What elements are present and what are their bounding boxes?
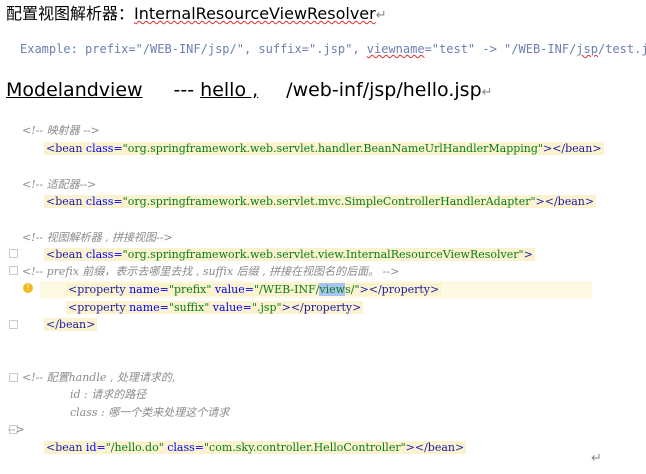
comment-prefix-suffix: <!-- prefix 前缀，表示去哪里去找 , suffix 后缀 , 拼接在… <box>22 265 400 278</box>
attr-value: "prefix" <box>168 283 212 296</box>
example-line: Example: prefix="/WEB-INF/jsp/", suffix=… <box>20 42 646 56</box>
code-line-property-prefix: <property name="prefix" value="/WEB-INF/… <box>40 281 592 298</box>
code-line-bean-hello: <bean id="/hello.do" class="com.sky.cont… <box>44 439 467 456</box>
paragraph-mark: ↵ <box>375 8 387 23</box>
example-text-b: ="test" -> "/WEB-INF/ <box>424 42 577 56</box>
tag-close: > <box>523 248 533 261</box>
example-jsp: jsp <box>576 42 598 56</box>
comment-handler: <!-- 配置handle , 处理请求的, <box>22 371 176 384</box>
example-viewname: viewname <box>366 42 425 56</box>
attr-value: "org.springframework.web.servlet.mvc.Sim… <box>122 195 536 208</box>
modelandview-word: Modelandview <box>6 79 143 101</box>
heading-class-name: InternalResourceViewResolver <box>134 4 376 23</box>
fold-marker-icon[interactable] <box>9 249 18 258</box>
fold-marker-icon[interactable] <box>9 373 18 382</box>
attr-value: s/" <box>345 283 360 296</box>
fold-marker-icon[interactable] <box>9 266 18 275</box>
code-line-property-suffix: <property name="suffix" value=".jsp"></p… <box>66 299 364 316</box>
attr-value-key: value= <box>211 283 254 296</box>
selected-text[interactable]: view <box>319 283 346 296</box>
modelandview-line: Modelandview --- hello , /web-inf/jsp/hell… <box>6 79 493 101</box>
tag-close: ></property> <box>359 283 440 296</box>
comment-end: --> <box>8 423 25 436</box>
heading-prefix: 配置视图解析器： <box>6 4 135 23</box>
attr-name: name= <box>129 283 169 296</box>
comment-handler-class: class : 哪一个类来处理这个请求 <box>70 406 230 419</box>
attr-value: "suffix" <box>168 301 210 314</box>
jsp-path: /web-inf/jsp/hello.jsp <box>286 79 482 101</box>
comment-adapter: <!-- 适配器--> <box>22 178 97 191</box>
attr-value: "com.sky.controller.HelloController" <box>204 441 406 454</box>
comment-mapper: <!-- 映射器 --> <box>22 124 100 137</box>
attr-value: ".jsp" <box>251 301 282 314</box>
tag-open: <bean <box>46 195 86 208</box>
tag-close: ></bean> <box>405 441 465 454</box>
code-screenshot: ! <!-- 映射器 --> <bean class="org.springfr… <box>0 118 646 474</box>
attr-name: name= <box>129 301 169 314</box>
tag-close: ></property> <box>281 301 362 314</box>
tag-open: <property <box>68 283 130 296</box>
code-line-bean-close: </bean> <box>44 316 98 333</box>
comment-view-resolver: <!-- 视图解析器 , 拼接视图--> <box>22 231 173 244</box>
lightbulb-icon[interactable]: ! <box>23 283 33 293</box>
example-text-c: /test.jsp" <box>597 42 646 56</box>
example-text-a: Example: prefix="/WEB-INF/jsp/", suffix=… <box>20 42 367 56</box>
tag-open: <bean <box>46 248 86 261</box>
tag-open: <bean <box>46 142 86 155</box>
tag-open: <property <box>68 301 130 314</box>
attr-class: class= <box>85 195 123 208</box>
tag-close: </bean> <box>46 318 96 331</box>
hello-word: hello , <box>200 79 259 101</box>
dashes: --- <box>173 79 195 101</box>
tag-close: ></bean> <box>542 142 602 155</box>
attr-value: "org.springframework.web.servlet.handler… <box>122 142 543 155</box>
attr-class: class= <box>163 441 204 454</box>
paragraph-mark: ↵ <box>481 85 493 100</box>
attr-value: "org.springframework.web.servlet.view.In… <box>122 248 524 261</box>
comment-handler-id: id : 请求的路径 <box>70 388 147 401</box>
attr-value: "/hello.do" <box>105 441 164 454</box>
attr-value: "/WEB-INF/ <box>254 283 320 296</box>
code-line-bean-adapter: <bean class="org.springframework.web.ser… <box>44 193 597 210</box>
paragraph-mark: ↵ <box>591 451 602 466</box>
attr-class: class= <box>85 248 123 261</box>
tag-open: <bean <box>46 441 86 454</box>
attr-class: class= <box>85 142 123 155</box>
attr-value-key: value= <box>209 301 252 314</box>
heading-line: 配置视图解析器：InternalResourceViewResolver↵ <box>6 0 387 24</box>
code-line-bean-resolver: <bean class="org.springframework.web.ser… <box>44 246 535 263</box>
attr-id: id= <box>85 441 106 454</box>
code-line-bean-mapping: <bean class="org.springframework.web.ser… <box>44 140 604 157</box>
fold-marker-icon[interactable] <box>9 320 18 329</box>
tag-close: ></bean> <box>535 195 595 208</box>
